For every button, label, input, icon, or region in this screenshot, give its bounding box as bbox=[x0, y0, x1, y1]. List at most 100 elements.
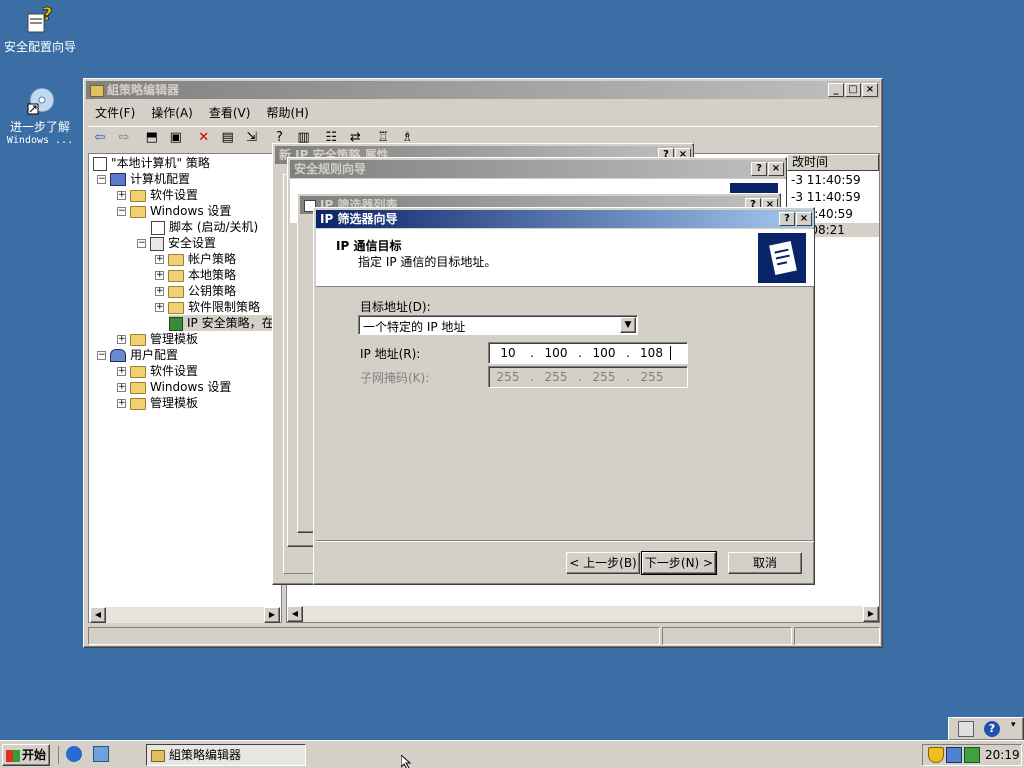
expand-icon[interactable]: + bbox=[155, 303, 164, 312]
tree-windows-settings[interactable]: − Windows 设置 bbox=[117, 203, 231, 219]
folder-icon bbox=[130, 189, 146, 202]
desktop-icon-learn-windows[interactable]: 进一步了解 Windows ... bbox=[0, 84, 80, 146]
security-rule-wizard-titlebar[interactable]: 安全规则向导 ? × bbox=[290, 160, 786, 178]
back-button[interactable]: < 上一步(B) bbox=[566, 552, 640, 574]
start-button[interactable]: 开始 bbox=[2, 744, 50, 766]
scroll-left-icon[interactable]: ◀ bbox=[287, 606, 303, 622]
mask-octet-2: 255 bbox=[544, 370, 568, 384]
script-icon bbox=[151, 220, 165, 235]
expand-icon[interactable]: + bbox=[117, 367, 126, 376]
tree-admin-templates[interactable]: + 管理模板 bbox=[117, 331, 198, 347]
expand-icon[interactable]: + bbox=[117, 335, 126, 344]
tree-security-settings[interactable]: − 安全设置 bbox=[137, 235, 216, 251]
ip-dot: . bbox=[530, 346, 534, 360]
wizard-header: IP 通信目标 指定 IP 通信的目标地址。 bbox=[316, 229, 814, 287]
forward-arrow-icon[interactable]: ⇨ bbox=[113, 128, 135, 148]
tree-computer-config[interactable]: − 计算机配置 bbox=[97, 171, 190, 187]
scroll-right-icon[interactable]: ▶ bbox=[863, 606, 879, 622]
ip-octet-3[interactable]: 100 bbox=[585, 346, 623, 360]
collapse-icon[interactable]: − bbox=[97, 175, 106, 184]
language-bar[interactable]: ? ▾ bbox=[948, 717, 1024, 741]
close-button[interactable]: × bbox=[768, 162, 784, 176]
tree-public-key-policy[interactable]: + 公钥策略 bbox=[155, 283, 236, 299]
dest-address-select[interactable]: 一个特定的 IP 地址 ▼ bbox=[358, 315, 638, 335]
wizard-separator bbox=[316, 540, 814, 542]
expand-icon[interactable]: + bbox=[117, 399, 126, 408]
tree-scripts[interactable]: 脚本 (启动/关机) bbox=[151, 219, 258, 235]
security-settings-icon bbox=[150, 236, 164, 251]
close-button[interactable]: × bbox=[796, 212, 812, 226]
menu-help[interactable]: 帮助(H) bbox=[259, 103, 315, 123]
security-shield-icon[interactable] bbox=[928, 747, 944, 763]
internet-explorer-icon[interactable] bbox=[66, 746, 82, 762]
taskbar-button-gpedit[interactable]: 組策略编辑器 bbox=[146, 744, 306, 766]
help-button[interactable]: ? bbox=[779, 212, 795, 226]
tree-software-restriction[interactable]: + 软件限制策略 bbox=[155, 299, 260, 315]
network-icon[interactable] bbox=[946, 747, 962, 763]
language-bar-options-icon[interactable]: ▾ bbox=[1011, 720, 1016, 730]
show-desktop-icon[interactable] bbox=[92, 746, 109, 762]
dropdown-arrow-icon[interactable]: ▼ bbox=[620, 317, 636, 333]
tree-user-admin-templates[interactable]: + 管理模板 bbox=[117, 395, 198, 411]
security-wizard-icon: ? bbox=[24, 4, 56, 36]
collapse-icon[interactable]: − bbox=[97, 351, 106, 360]
taskbar: 开始 組策略编辑器 20:19 bbox=[0, 740, 1024, 768]
gpedit-task-icon bbox=[151, 749, 165, 762]
tree-user-software-settings[interactable]: + 软件设置 bbox=[117, 363, 198, 379]
desktop-icon-security-wizard[interactable]: ? 安全配置向导 bbox=[0, 4, 80, 55]
back-arrow-icon[interactable]: ⇦ bbox=[89, 128, 111, 148]
collapse-icon[interactable]: − bbox=[137, 239, 146, 248]
maximize-button[interactable]: □ bbox=[845, 83, 861, 97]
clock[interactable]: 20:19 bbox=[985, 748, 1020, 762]
keyboard-icon[interactable] bbox=[958, 721, 974, 737]
minimize-button[interactable]: _ bbox=[828, 83, 844, 97]
ip-filter-wizard-titlebar[interactable]: IP 筛选器向导 ? × bbox=[316, 210, 814, 228]
help-circle-icon[interactable]: ? bbox=[984, 721, 1000, 737]
tree-ip-security[interactable]: IP 安全策略，在 bbox=[169, 315, 278, 331]
folder-icon bbox=[168, 253, 184, 266]
expand-icon[interactable]: + bbox=[117, 191, 126, 200]
delete-icon[interactable]: ✕ bbox=[193, 128, 215, 148]
scroll-right-icon[interactable]: ▶ bbox=[264, 607, 280, 623]
properties-icon[interactable]: ▤ bbox=[217, 128, 239, 148]
ip-address-field[interactable]: 10. 100. 100. 108 bbox=[488, 342, 688, 364]
menu-view[interactable]: 查看(V) bbox=[202, 103, 258, 123]
menu-action[interactable]: 操作(A) bbox=[144, 103, 200, 123]
help-button[interactable]: ? bbox=[751, 162, 767, 176]
cancel-button[interactable]: 取消 bbox=[728, 552, 802, 574]
folder-icon bbox=[130, 333, 146, 346]
expand-icon[interactable]: + bbox=[155, 271, 164, 280]
connection-icon[interactable] bbox=[964, 747, 980, 763]
menu-bar: 文件(F) 操作(A) 查看(V) 帮助(H) bbox=[88, 103, 318, 123]
wizard-title: IP 筛选器向导 bbox=[320, 212, 398, 226]
ip-octet-4[interactable]: 108 bbox=[633, 346, 671, 360]
time-cell: -3 11:40:59 bbox=[791, 190, 861, 204]
ip-octet-1[interactable]: 10 bbox=[489, 346, 527, 360]
details-hscrollbar[interactable]: ◀ ▶ bbox=[287, 606, 879, 622]
expand-icon[interactable]: + bbox=[155, 287, 164, 296]
column-header-modified[interactable]: 改时间 bbox=[787, 154, 879, 171]
ip-dot: . bbox=[578, 346, 582, 360]
mask-dot: . bbox=[530, 370, 534, 384]
ip-octet-2[interactable]: 100 bbox=[537, 346, 575, 360]
close-button[interactable]: × bbox=[862, 83, 878, 97]
tree-software-settings[interactable]: + 软件设置 bbox=[117, 187, 198, 203]
tree-account-policy[interactable]: + 帐户策略 bbox=[155, 251, 236, 267]
scroll-left-icon[interactable]: ◀ bbox=[90, 607, 106, 623]
status-bar-2 bbox=[662, 627, 792, 645]
tree-user-config[interactable]: − 用户配置 bbox=[97, 347, 178, 363]
expand-icon[interactable]: + bbox=[155, 255, 164, 264]
gpedit-titlebar[interactable]: 組策略编辑器 _ □ × bbox=[86, 81, 880, 99]
tree-hscrollbar[interactable]: ◀ ▶ bbox=[90, 607, 280, 623]
show-tree-icon[interactable]: ▣ bbox=[165, 128, 187, 148]
menu-file[interactable]: 文件(F) bbox=[88, 103, 142, 123]
next-button[interactable]: 下一步(N) > bbox=[641, 551, 717, 575]
quick-launch bbox=[58, 746, 110, 764]
tree-local-policy[interactable]: + 本地策略 bbox=[155, 267, 236, 283]
collapse-icon[interactable]: − bbox=[117, 207, 126, 216]
expand-icon[interactable]: + bbox=[117, 383, 126, 392]
tree-root[interactable]: "本地计算机" 策略 bbox=[93, 155, 210, 171]
up-folder-icon[interactable]: ⬒ bbox=[141, 128, 163, 148]
export-icon[interactable]: ⇲ bbox=[241, 128, 263, 148]
tree-user-windows-settings[interactable]: + Windows 设置 bbox=[117, 379, 231, 395]
